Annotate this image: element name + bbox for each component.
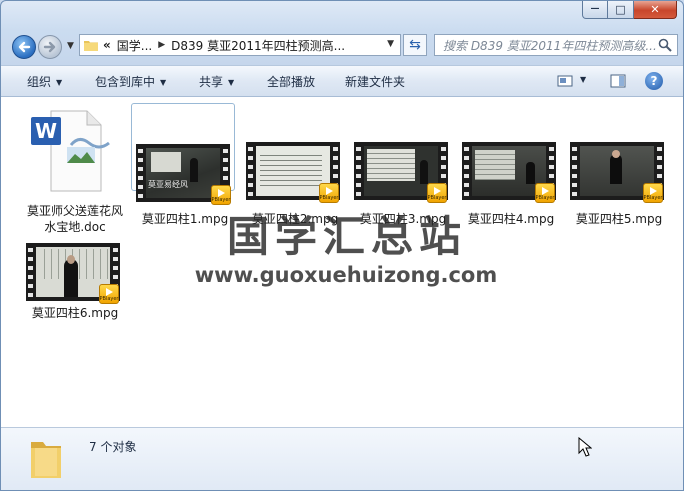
minimize-icon: — [590, 4, 600, 14]
close-icon: ✕ [650, 3, 660, 16]
include-in-library-label: 包含到库中 [95, 75, 156, 89]
organize-label: 组织 [27, 75, 52, 89]
film-perforation [246, 142, 255, 200]
chevron-down-icon: ▼ [160, 78, 167, 87]
help-icon[interactable]: ? [645, 72, 663, 90]
player-badge-icon: PBlayer [211, 185, 231, 205]
whiteboard-shape [475, 150, 515, 180]
file-name: 莫亚四柱5.mpg [575, 212, 663, 226]
forward-button[interactable] [38, 35, 62, 59]
svg-text:W: W [35, 119, 57, 143]
maximize-button[interactable]: □ [608, 1, 634, 19]
command-bar: 组织 ▼ 包含到库中 ▼ 共享 ▼ 全部播放 新建文件夹 ▼ ? [1, 65, 683, 97]
speaker-silhouette [420, 160, 428, 184]
caption-buttons: — □ ✕ [582, 1, 677, 19]
explorer-window: — □ ✕ ▼ « 国学... ▶ D839 莫亚2011年四柱预测高... ▼… [0, 0, 684, 491]
chevron-down-icon: ▼ [56, 78, 63, 87]
search-input[interactable]: 搜索 D839 莫亚2011年四柱预测高级... [435, 37, 657, 54]
refresh-button[interactable]: ⇆ [403, 34, 427, 56]
folder-icon [84, 41, 98, 51]
recent-pages-dropdown[interactable]: ▼ [67, 41, 74, 51]
chevron-down-icon: ▼ [228, 78, 235, 87]
share-label: 共享 [199, 75, 224, 89]
speaker-silhouette [526, 162, 535, 184]
play-all-label: 全部播放 [267, 75, 316, 89]
view-dropdown-icon[interactable]: ▼ [580, 75, 586, 84]
speaker-head [67, 255, 75, 264]
maximize-icon: □ [615, 3, 626, 16]
item-count: 7 个对象 [89, 440, 137, 454]
preview-pane-icon[interactable] [610, 74, 626, 88]
organize-menu[interactable]: 组织 ▼ [27, 73, 62, 90]
folder-icon [31, 442, 61, 478]
video-frame: 莫亚易经风 [146, 148, 220, 198]
play-all-button[interactable]: 全部播放 [267, 73, 315, 90]
film-perforation [570, 142, 579, 200]
new-folder-button[interactable]: 新建文件夹 [345, 73, 405, 90]
search-icon[interactable] [658, 38, 672, 52]
watermark-url: www.guoxuehuizong.com [194, 263, 498, 287]
breadcrumb-chevron-icon[interactable]: ▶ [158, 40, 165, 50]
player-badge-icon: PBlayer [99, 284, 119, 304]
address-dropdown-icon[interactable]: ▼ [387, 39, 394, 49]
new-folder-label: 新建文件夹 [345, 75, 406, 89]
film-perforation [462, 142, 471, 200]
film-perforation [136, 144, 145, 202]
search-box[interactable]: 搜索 D839 莫亚2011年四柱预测高级... [434, 34, 678, 56]
arrow-left-icon [18, 41, 31, 53]
arrow-right-icon [43, 41, 56, 53]
slide-text-shape [367, 149, 415, 181]
watermark-title: 国学汇总站 [226, 212, 467, 261]
breadcrumb-current[interactable]: D839 莫亚2011年四柱预测高... [171, 37, 345, 54]
player-badge-icon: PBlayer [643, 183, 663, 203]
speaker-silhouette [610, 154, 622, 184]
view-options-icon[interactable] [557, 74, 573, 88]
file-name: 莫亚师父送莲花风水宝地.doc [26, 204, 123, 234]
navigation-bar: ▼ « 国学... ▶ D839 莫亚2011年四柱预测高... ▼ ⇆ 搜索 … [1, 31, 683, 61]
whiteboard-shape [151, 152, 181, 172]
speaker-head [612, 150, 620, 158]
back-button[interactable] [12, 35, 36, 59]
share-menu[interactable]: 共享 ▼ [199, 73, 234, 90]
player-badge-icon: PBlayer [535, 183, 555, 203]
breadcrumb-parent[interactable]: 国学... [117, 37, 152, 54]
film-perforation [354, 142, 363, 200]
address-prefix: « [103, 38, 111, 52]
speaker-silhouette [190, 158, 198, 182]
slide-text-shape [260, 151, 322, 187]
word-document-icon: W [31, 110, 110, 192]
player-badge-icon: PBlayer [319, 183, 339, 203]
speaker-silhouette [64, 259, 78, 297]
minimize-button[interactable]: — [582, 1, 608, 19]
mouse-cursor-icon [578, 437, 592, 457]
address-bar[interactable]: « 国学... ▶ D839 莫亚2011年四柱预测高... ▼ [79, 34, 401, 56]
film-perforation [26, 243, 35, 301]
frame-caption: 莫亚易经风 [148, 180, 188, 189]
file-name: 莫亚四柱6.mpg [31, 306, 119, 320]
player-badge-icon: PBlayer [427, 183, 447, 203]
refresh-icon: ⇆ [409, 37, 421, 53]
include-in-library-menu[interactable]: 包含到库中 ▼ [95, 73, 166, 90]
close-button[interactable]: ✕ [634, 1, 677, 19]
